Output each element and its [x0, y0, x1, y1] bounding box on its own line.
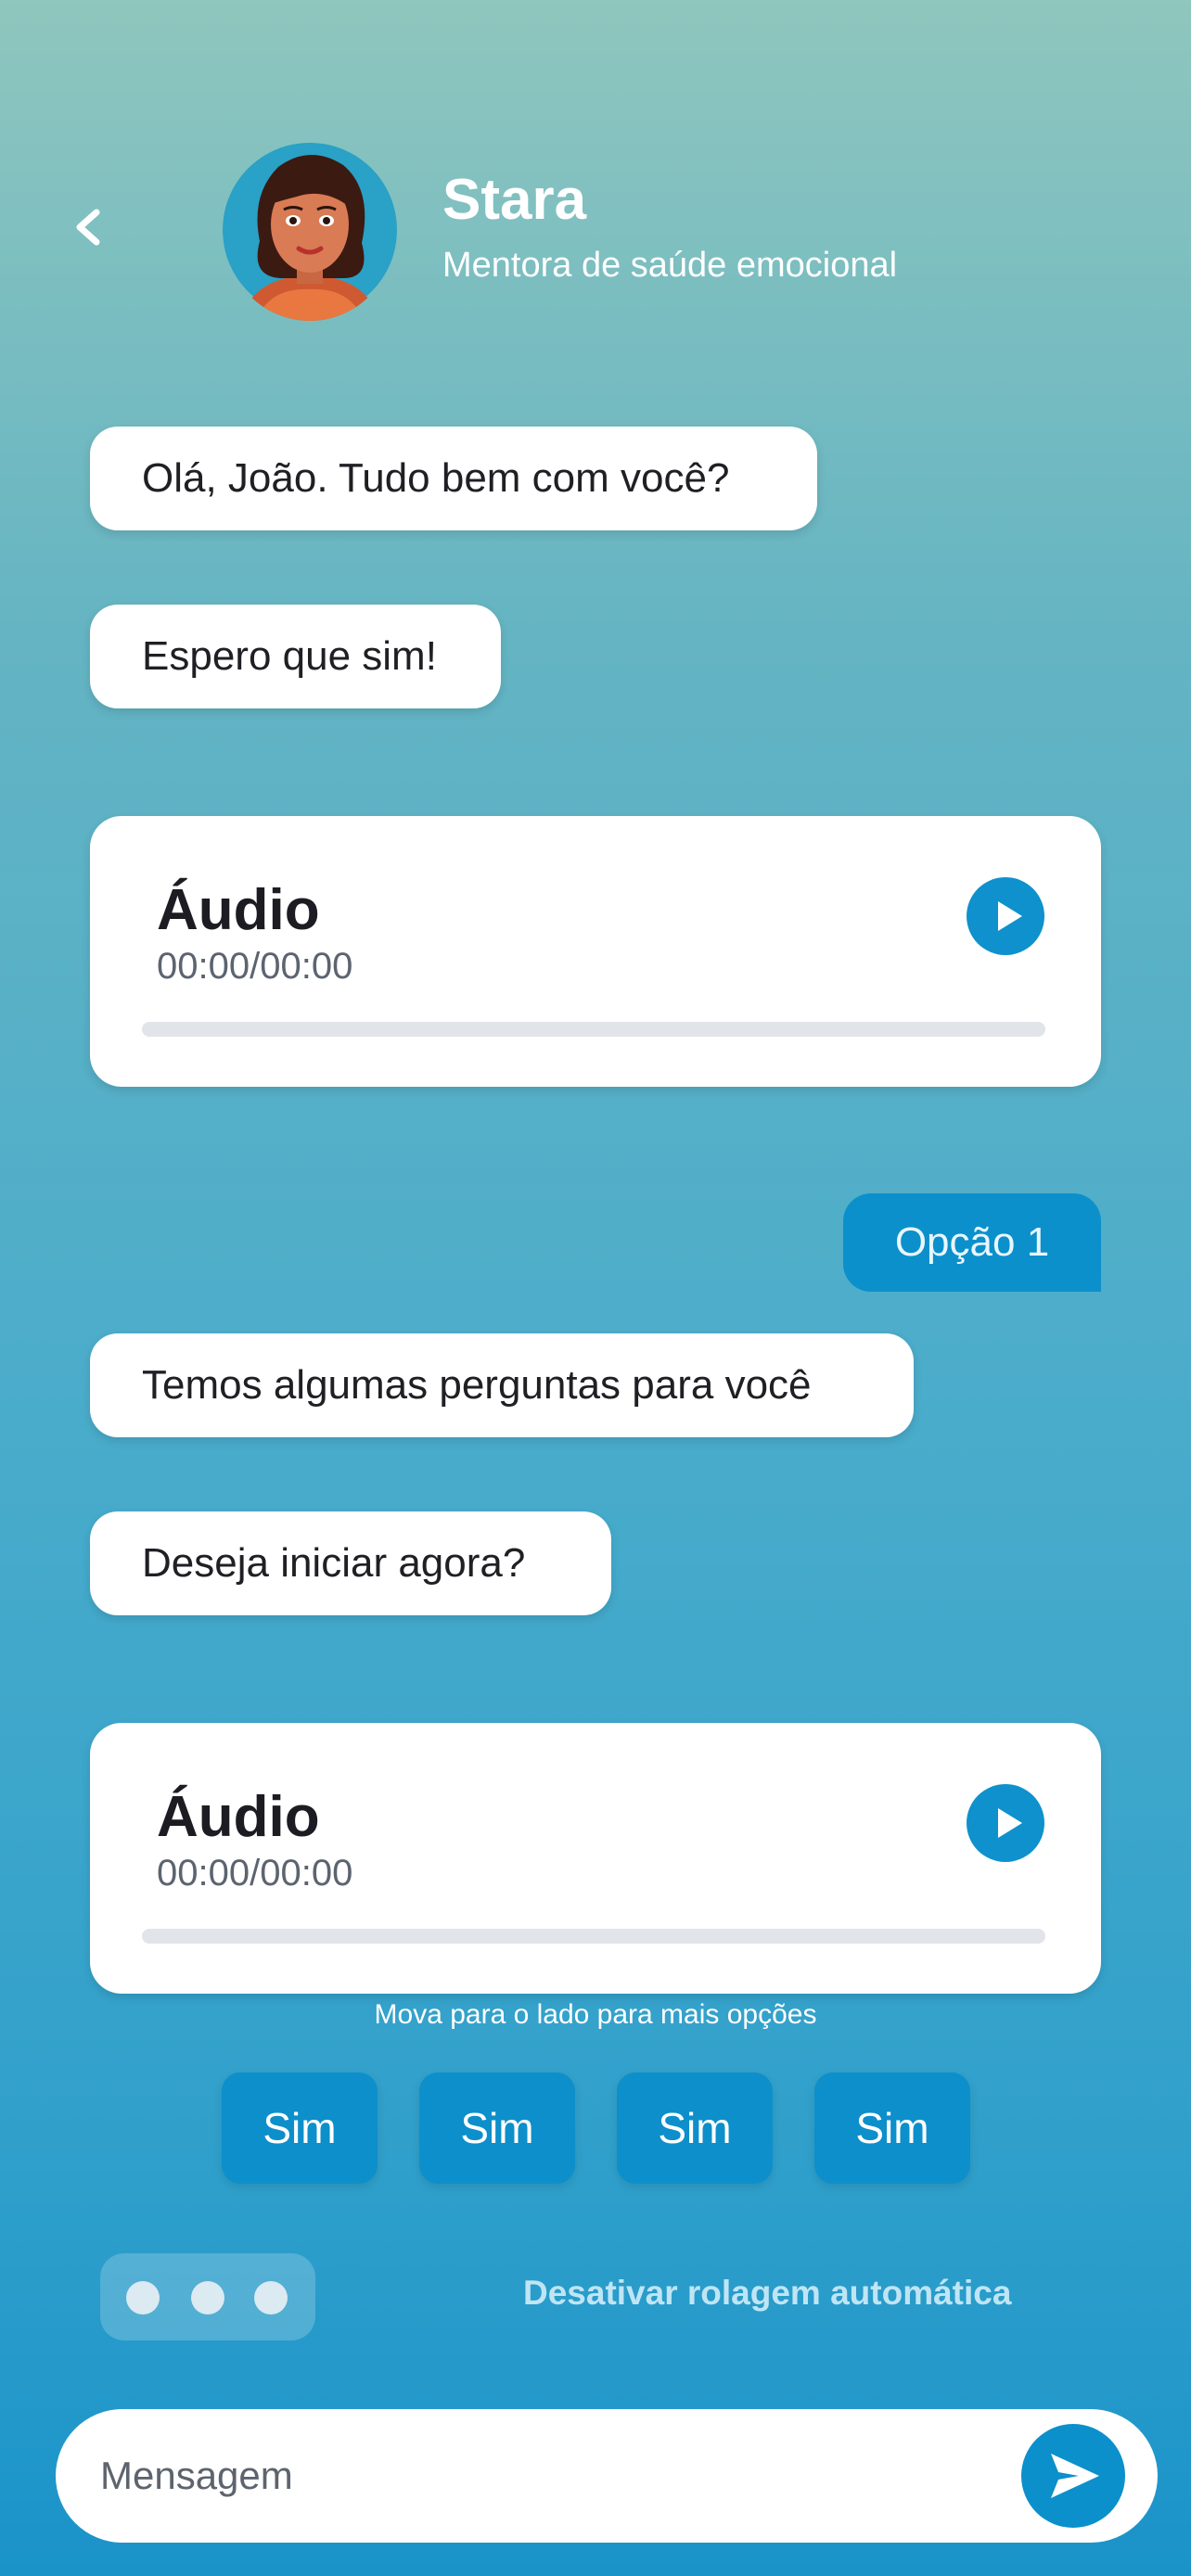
- play-icon: [998, 1808, 1022, 1838]
- audio-message: Áudio 00:00/00:00: [90, 1723, 1101, 1994]
- back-button[interactable]: [65, 199, 113, 255]
- audio-progress-bar[interactable]: [142, 1022, 1045, 1037]
- bot-message-text: Deseja iniciar agora?: [142, 1540, 526, 1586]
- bot-message-text: Olá, João. Tudo bem com você?: [142, 455, 730, 501]
- audio-title: Áudio: [157, 1785, 320, 1849]
- user-message-text: Opção 1: [894, 1219, 1050, 1265]
- message-composer: [56, 2409, 1158, 2543]
- quick-reply-button[interactable]: Sim: [814, 2072, 970, 2184]
- quick-reply-button[interactable]: Sim: [419, 2072, 575, 2184]
- typing-dot: [191, 2281, 224, 2315]
- bot-message: Temos algumas perguntas para você: [90, 1333, 914, 1437]
- audio-play-button[interactable]: [967, 1784, 1044, 1862]
- typing-dots-icon: [100, 2253, 315, 2340]
- bot-message-text: Temos algumas perguntas para você: [142, 1362, 812, 1408]
- disable-autoscroll-link[interactable]: Desativar rolagem automática: [523, 2274, 1011, 2313]
- audio-title: Áudio: [157, 878, 320, 942]
- quick-replies-hint: Mova para o lado para mais opções: [374, 1999, 817, 2030]
- bot-message: Olá, João. Tudo bem com você?: [90, 427, 817, 530]
- quick-replies: Sim Sim Sim Sim: [0, 2072, 1191, 2184]
- audio-message: Áudio 00:00/00:00: [90, 816, 1101, 1087]
- audio-progress-bar[interactable]: [142, 1929, 1045, 1944]
- mentor-avatar-illustration: [223, 143, 397, 321]
- audio-time: 00:00/00:00: [157, 946, 353, 987]
- audio-play-button[interactable]: [967, 877, 1044, 955]
- typing-dot: [254, 2281, 288, 2315]
- user-message: Opção 1: [843, 1193, 1101, 1292]
- message-input[interactable]: [100, 2439, 1028, 2513]
- play-icon: [998, 901, 1022, 931]
- mentor-name: Stara: [442, 168, 587, 232]
- audio-time: 00:00/00:00: [157, 1853, 353, 1894]
- send-button[interactable]: [1021, 2424, 1125, 2528]
- chat-header: Stara Mentora de saúde emocional: [0, 0, 1191, 371]
- avatar: [223, 139, 397, 321]
- mentor-role: Mentora de saúde emocional: [442, 246, 898, 285]
- send-icon: [1051, 2454, 1099, 2498]
- bot-message: Deseja iniciar agora?: [90, 1511, 611, 1615]
- quick-reply-button[interactable]: Sim: [617, 2072, 773, 2184]
- chevron-left-icon: [76, 209, 100, 246]
- bot-message-text: Espero que sim!: [142, 633, 437, 679]
- bot-message: Espero que sim!: [90, 605, 501, 708]
- quick-reply-button[interactable]: Sim: [222, 2072, 378, 2184]
- typing-dot: [126, 2281, 160, 2315]
